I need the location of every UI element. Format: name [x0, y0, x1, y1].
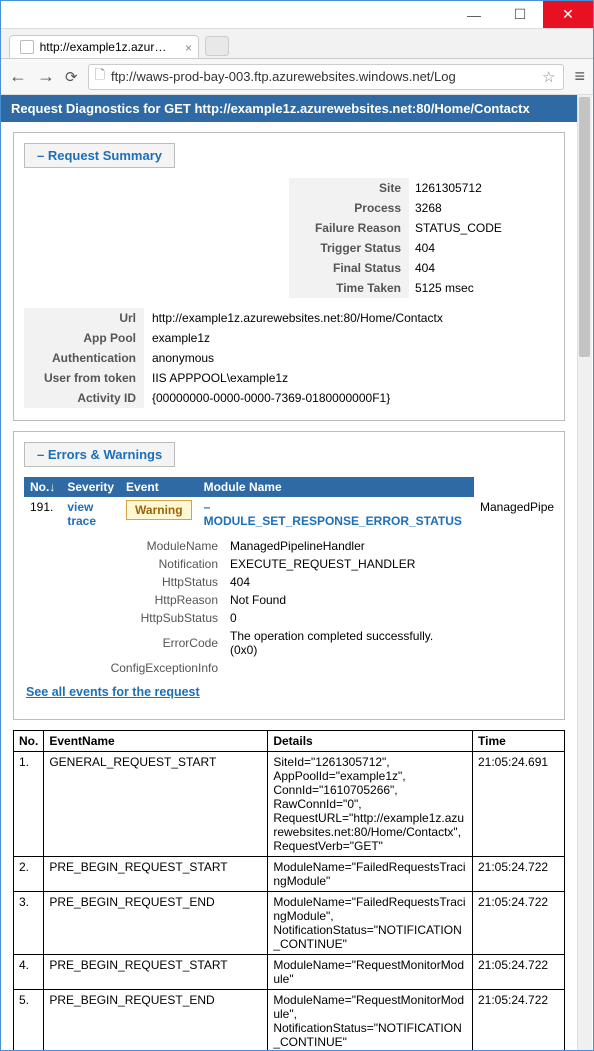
back-button[interactable]: ←: [9, 66, 27, 87]
events-col-event: EventName: [44, 731, 268, 752]
view-trace-link[interactable]: view trace: [67, 500, 96, 528]
events-col-time: Time: [473, 731, 565, 752]
events-cell-no: 5.: [14, 990, 44, 1051]
page-viewport: Request Diagnostics for GET http://examp…: [1, 95, 593, 1050]
detail-config-exception: [224, 659, 554, 677]
events-cell-details: ModuleName="RequestMonitorModule", Notif…: [268, 990, 473, 1051]
summary-full-table: Urlhttp://example1z.azurewebsites.net:80…: [24, 308, 554, 408]
browser-tabstrip: http://example1z.azurewe ×: [1, 29, 593, 59]
error-event-link[interactable]: MODULE_SET_RESPONSE_ERROR_STATUS: [204, 500, 462, 528]
summary-time-taken: 5125 msec: [409, 278, 554, 298]
events-cell-details: ModuleName="FailedRequestsTracingModule"…: [268, 892, 473, 955]
bookmark-star-icon[interactable]: ☆: [534, 68, 563, 86]
summary-trigger-status: 404: [409, 238, 554, 258]
errors-table: No.↓ Severity Event Module Name 191. vie…: [24, 477, 554, 531]
events-cell-no: 2.: [14, 857, 44, 892]
events-cell-details: ModuleName="FailedRequestsTracingModule": [268, 857, 473, 892]
summary-authentication: anonymous: [144, 348, 554, 368]
col-module: Module Name: [198, 477, 474, 497]
events-cell-no: 3.: [14, 892, 44, 955]
window-close-button[interactable]: ✕: [543, 1, 593, 28]
error-module-name: ManagedPipelineHa: [474, 497, 554, 531]
page-title-banner: Request Diagnostics for GET http://examp…: [1, 95, 577, 122]
summary-right-table: Site1261305712 Process3268 Failure Reaso…: [289, 178, 554, 298]
address-bar-url: ftp://waws-prod-bay-003.ftp.azurewebsite…: [111, 69, 534, 84]
events-table: No. EventName Details Time 1.GENERAL_REQ…: [13, 730, 565, 1050]
summary-failure-reason: STATUS_CODE: [409, 218, 554, 238]
summary-user-from-token: IIS APPPOOL\example1z: [144, 368, 554, 388]
col-event: Event: [120, 477, 198, 497]
events-col-no: No.: [14, 731, 44, 752]
summary-final-status: 404: [409, 258, 554, 278]
detail-http-substatus: 0: [224, 609, 554, 627]
error-detail-table: ModuleNameManagedPipelineHandler Notific…: [24, 537, 554, 677]
window-titlebar: — ☐ ✕: [1, 1, 593, 29]
tab-title: http://example1z.azurewe: [40, 40, 172, 54]
events-cell-event: PRE_BEGIN_REQUEST_END: [44, 990, 268, 1051]
summary-site: 1261305712: [409, 178, 554, 198]
window-maximize-button[interactable]: ☐: [497, 1, 543, 28]
summary-app-pool: example1z: [144, 328, 554, 348]
detail-error-code: The operation completed successfully. (0…: [224, 627, 554, 659]
summary-activity-id: {00000000-0000-0000-7369-0180000000F1}: [144, 388, 554, 408]
events-row: 3.PRE_BEGIN_REQUEST_ENDModuleName="Faile…: [14, 892, 565, 955]
errors-warnings-panel: Errors & Warnings No.↓ Severity Event Mo…: [13, 431, 565, 720]
events-row: 1.GENERAL_REQUEST_STARTSiteId="126130571…: [14, 752, 565, 857]
events-cell-no: 4.: [14, 955, 44, 990]
browser-window: — ☐ ✕ http://example1z.azurewe × ← → ⟳ 🗋…: [0, 0, 594, 1051]
site-info-icon[interactable]: 🗋: [89, 66, 111, 88]
events-row: 5.PRE_BEGIN_REQUEST_ENDModuleName="Reque…: [14, 990, 565, 1051]
detail-http-reason: Not Found: [224, 591, 554, 609]
col-severity: Severity: [61, 477, 120, 497]
severity-badge: Warning: [126, 500, 192, 520]
detail-module-name: ManagedPipelineHandler: [224, 537, 554, 555]
detail-http-status: 404: [224, 573, 554, 591]
detail-notification: EXECUTE_REQUEST_HANDLER: [224, 555, 554, 573]
reload-button[interactable]: ⟳: [65, 68, 78, 86]
summary-url: http://example1z.azurewebsites.net:80/Ho…: [144, 308, 554, 328]
hamburger-menu-button[interactable]: ≡: [574, 66, 585, 87]
forward-button[interactable]: →: [37, 66, 55, 87]
events-row: 2.PRE_BEGIN_REQUEST_STARTModuleName="Fai…: [14, 857, 565, 892]
tab-favicon: [20, 40, 34, 54]
events-cell-event: PRE_BEGIN_REQUEST_START: [44, 857, 268, 892]
events-row: 4.PRE_BEGIN_REQUEST_STARTModuleName="Req…: [14, 955, 565, 990]
events-cell-event: GENERAL_REQUEST_START: [44, 752, 268, 857]
window-minimize-button[interactable]: —: [451, 1, 497, 28]
events-cell-time: 21:05:24.722: [473, 857, 565, 892]
browser-toolbar: ← → ⟳ 🗋 ftp://waws-prod-bay-003.ftp.azur…: [1, 59, 593, 95]
events-cell-details: SiteId="1261305712", AppPoolId="example1…: [268, 752, 473, 857]
events-cell-time: 21:05:24.722: [473, 990, 565, 1051]
events-cell-time: 21:05:24.691: [473, 752, 565, 857]
scrollbar-track[interactable]: [577, 95, 592, 1050]
error-row-no: 191.: [24, 497, 61, 531]
events-cell-time: 21:05:24.722: [473, 892, 565, 955]
summary-process: 3268: [409, 198, 554, 218]
events-cell-time: 21:05:24.722: [473, 955, 565, 990]
events-cell-no: 1.: [14, 752, 44, 857]
new-tab-button[interactable]: [205, 36, 229, 56]
request-summary-panel: Request Summary Site1261305712 Process32…: [13, 132, 565, 421]
scrollbar-thumb[interactable]: [579, 97, 590, 357]
events-cell-event: PRE_BEGIN_REQUEST_START: [44, 955, 268, 990]
events-cell-event: PRE_BEGIN_REQUEST_END: [44, 892, 268, 955]
browser-tab[interactable]: http://example1z.azurewe ×: [9, 35, 199, 58]
events-col-details: Details: [268, 731, 473, 752]
errors-warnings-toggle[interactable]: Errors & Warnings: [24, 442, 175, 467]
col-no[interactable]: No.↓: [24, 477, 61, 497]
address-bar[interactable]: 🗋 ftp://waws-prod-bay-003.ftp.azurewebsi…: [88, 64, 565, 90]
tab-close-icon[interactable]: ×: [185, 41, 192, 55]
events-cell-details: ModuleName="RequestMonitorModule": [268, 955, 473, 990]
see-all-events-link[interactable]: See all events for the request: [24, 677, 554, 707]
request-summary-toggle[interactable]: Request Summary: [24, 143, 175, 168]
